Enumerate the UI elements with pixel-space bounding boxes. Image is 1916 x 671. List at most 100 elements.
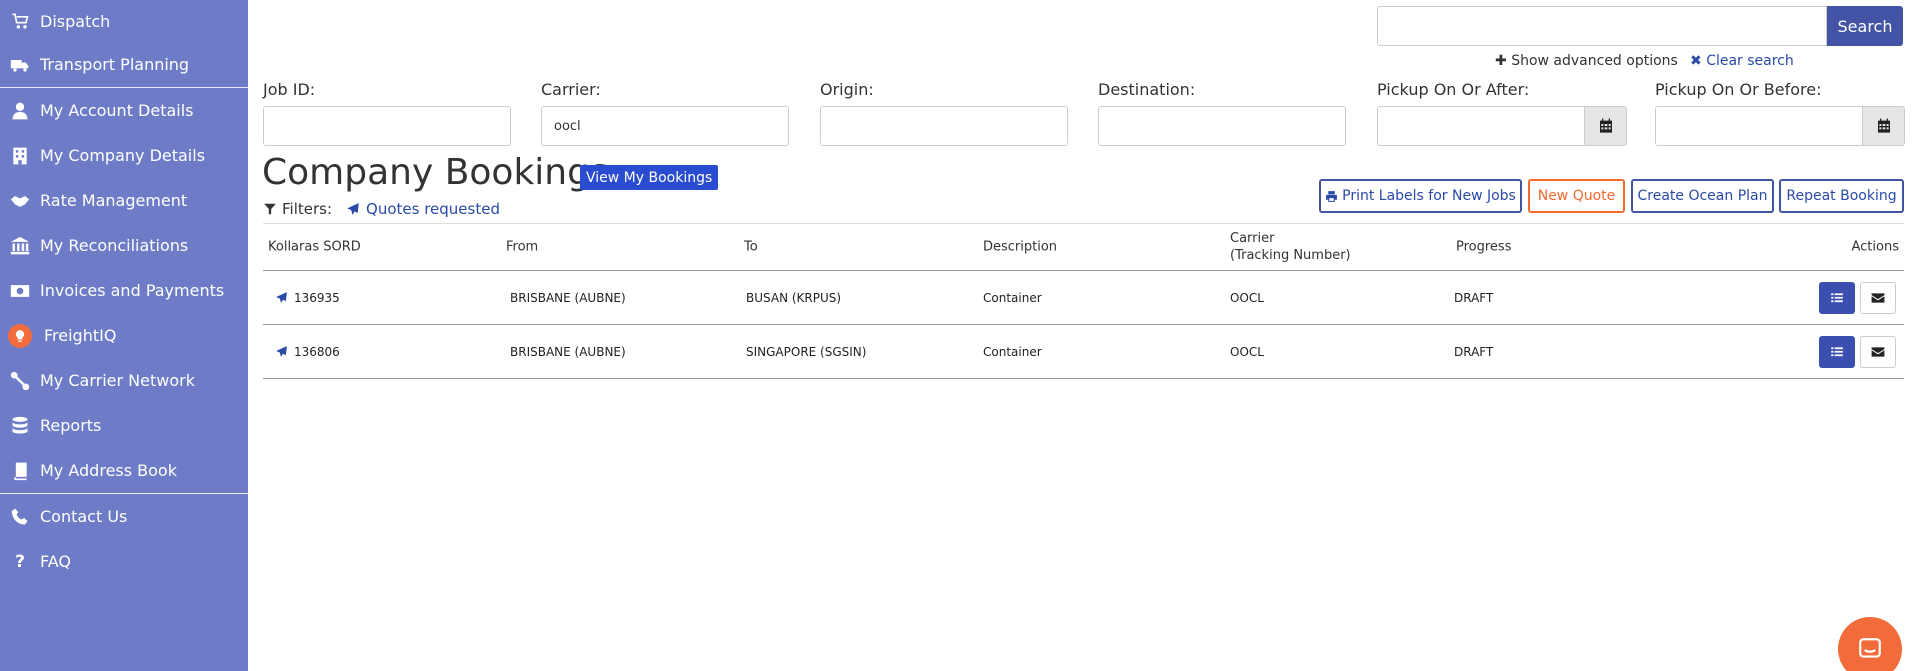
repeat-booking-button[interactable]: Repeat Booking [1779, 179, 1904, 213]
table-header: Kollaras SORD From To Description Carrie… [263, 223, 1904, 271]
origin-label: Origin: [820, 80, 874, 99]
envelope-icon [1871, 347, 1885, 357]
show-advanced-options-link[interactable]: ✚ Show advanced options [1495, 53, 1678, 69]
sidebar-item-account-details[interactable]: My Account Details [0, 88, 248, 133]
details-button[interactable] [1819, 336, 1855, 368]
cell-to: SINGAPORE (SGSIN) [746, 344, 867, 359]
printer-icon [1326, 190, 1338, 202]
filter-tag-label: Quotes requested [366, 200, 500, 218]
details-button[interactable] [1819, 282, 1855, 314]
page-title: Company Bookings [262, 152, 609, 193]
sidebar-item-rate-management[interactable]: Rate Management [0, 178, 248, 223]
header-progress[interactable]: Progress [1456, 240, 1511, 255]
sidebar-item-label: My Carrier Network [40, 371, 195, 390]
cell-from: BRISBANE (AUBNE) [510, 344, 626, 359]
search-button[interactable]: Search [1827, 6, 1903, 46]
view-my-bookings-button[interactable]: View My Bookings [580, 165, 719, 190]
advanced-label: Show advanced options [1511, 53, 1678, 69]
header-to[interactable]: To [744, 240, 758, 255]
sord-value: 136806 [294, 344, 340, 359]
filters-label: Filters: [282, 200, 333, 218]
sidebar-item-reconciliations[interactable]: My Reconciliations [0, 223, 248, 268]
sidebar-item-label: Transport Planning [40, 55, 190, 74]
filter-icon [264, 203, 276, 215]
sidebar-divider [0, 87, 248, 88]
calendar-icon [1599, 118, 1612, 133]
sidebar-item-label: Invoices and Payments [40, 281, 225, 300]
sidebar-item-freightiq[interactable]: FreightIQ [0, 313, 248, 358]
pickup-before-calendar-button[interactable] [1863, 106, 1905, 146]
cell-sord[interactable]: 136806 [275, 345, 340, 359]
sidebar-item-carrier-network[interactable]: My Carrier Network [0, 358, 248, 403]
clear-search-link[interactable]: ✖ Clear search [1690, 53, 1794, 69]
email-button[interactable] [1860, 282, 1896, 314]
book-icon [8, 459, 32, 483]
sidebar-item-dispatch[interactable]: Dispatch [0, 0, 248, 42]
search-input[interactable] [1377, 6, 1827, 46]
header-carrier[interactable]: Carrier (Tracking Number) [1230, 230, 1351, 264]
sidebar-item-label: My Address Book [40, 461, 177, 480]
sidebar-item-label: My Company Details [40, 146, 206, 165]
plus-icon: ✚ [1495, 53, 1507, 69]
destination-field[interactable] [1098, 106, 1346, 146]
sidebar-item-address-book[interactable]: My Address Book [0, 448, 248, 493]
network-icon [8, 369, 32, 393]
destination-label: Destination: [1098, 80, 1196, 99]
header-sord[interactable]: Kollaras SORD [268, 240, 361, 255]
filters-bar: Filters: Quotes requested [263, 200, 500, 218]
create-ocean-plan-button[interactable]: Create Ocean Plan [1631, 179, 1774, 213]
cart-icon [8, 9, 32, 33]
carrier-field[interactable]: oocl [541, 106, 789, 146]
table-row[interactable]: 136806 BRISBANE (AUBNE) SINGAPORE (SGSIN… [263, 325, 1904, 379]
cell-to: BUSAN (KRPUS) [746, 290, 842, 305]
origin-field[interactable] [820, 106, 1068, 146]
close-icon: ✖ [1690, 53, 1702, 69]
carrier-label: Carrier: [541, 80, 601, 99]
sidebar-item-reports[interactable]: Reports [0, 403, 248, 448]
print-labels-label: Print Labels for New Jobs [1342, 188, 1516, 204]
cell-description: Container [983, 344, 1042, 359]
paper-plane-icon [276, 292, 287, 303]
sidebar-item-transport-planning[interactable]: Transport Planning [0, 42, 248, 87]
clear-label: Clear search [1706, 53, 1794, 69]
handshake-icon [8, 189, 32, 213]
envelope-icon [1871, 293, 1885, 303]
sidebar-item-label: Dispatch [40, 11, 111, 31]
user-icon [8, 99, 32, 123]
cell-carrier: OOCL [1230, 290, 1264, 305]
sidebar-item-faq[interactable]: ? FAQ [0, 539, 248, 584]
pickup-after-calendar-button[interactable] [1585, 106, 1627, 146]
question-icon: ? [15, 551, 25, 572]
header-description[interactable]: Description [983, 240, 1057, 255]
sidebar-divider [0, 493, 248, 494]
sidebar-item-label: My Account Details [40, 101, 194, 120]
new-quote-button[interactable]: New Quote [1528, 179, 1625, 213]
chat-launcher-button[interactable] [1838, 617, 1902, 671]
list-icon [1831, 293, 1843, 303]
cell-description: Container [983, 290, 1042, 305]
pickup-after-field[interactable] [1377, 106, 1585, 146]
header-from[interactable]: From [506, 240, 538, 255]
pickup-after-label: Pickup On Or After: [1377, 80, 1530, 99]
paper-plane-icon [276, 346, 287, 357]
cell-sord[interactable]: 136935 [275, 291, 340, 305]
filter-tag-quotes-requested[interactable]: Quotes requested [346, 200, 500, 218]
sidebar-item-label: My Reconciliations [40, 236, 189, 255]
sord-value: 136935 [294, 290, 340, 305]
sidebar-item-company-details[interactable]: My Company Details [0, 133, 248, 178]
sidebar-item-invoices[interactable]: Invoices and Payments [0, 268, 248, 313]
paper-plane-icon [347, 203, 359, 215]
table-row[interactable]: 136935 BRISBANE (AUBNE) BUSAN (KRPUS) Co… [263, 271, 1904, 325]
building-icon [8, 144, 32, 168]
email-button[interactable] [1860, 336, 1896, 368]
pickup-before-field[interactable] [1655, 106, 1863, 146]
chat-icon [1859, 638, 1881, 658]
sidebar-item-contact-us[interactable]: Contact Us [0, 494, 248, 539]
print-labels-button[interactable]: Print Labels for New Jobs [1319, 179, 1522, 213]
cell-progress: DRAFT [1454, 344, 1494, 359]
header-actions: Actions [1851, 239, 1900, 255]
sidebar: Dispatch Transport Planning My Account D… [0, 0, 248, 671]
job-id-field[interactable] [263, 106, 511, 146]
list-icon [1831, 347, 1843, 357]
bookings-table: Kollaras SORD From To Description Carrie… [263, 223, 1904, 379]
